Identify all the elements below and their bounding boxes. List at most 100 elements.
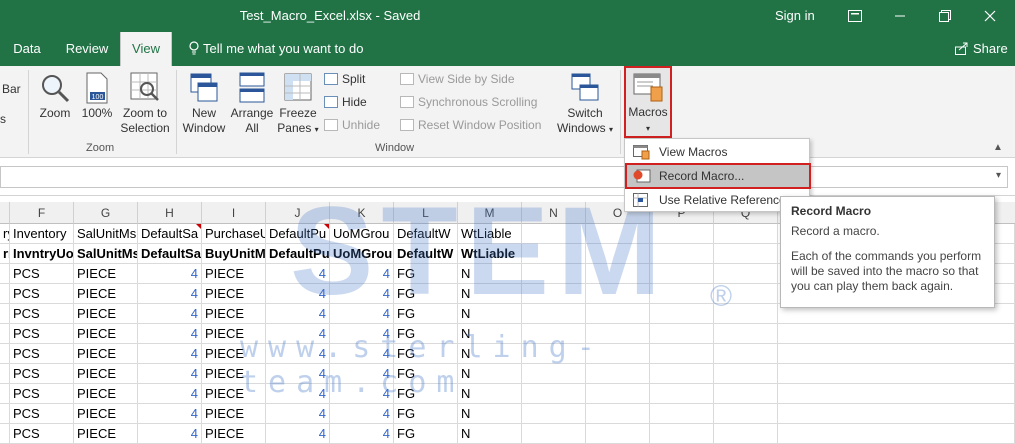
table-cell[interactable]: N	[458, 264, 522, 284]
column-header-k[interactable]: K	[330, 202, 394, 224]
table-cell[interactable]	[586, 384, 650, 404]
table-cell[interactable]	[650, 404, 714, 424]
table-cell[interactable]	[650, 424, 714, 444]
table-cell[interactable]: N	[458, 344, 522, 364]
table-cell[interactable]: DefaultPu	[266, 224, 330, 244]
table-cell[interactable]	[522, 324, 586, 344]
table-cell[interactable]: N	[458, 304, 522, 324]
table-cell[interactable]: 4	[138, 424, 202, 444]
table-cell[interactable]	[522, 344, 586, 364]
tab-data[interactable]: Data	[0, 32, 54, 66]
table-cell[interactable]: 4	[266, 404, 330, 424]
table-cell[interactable]	[0, 304, 10, 324]
table-cell[interactable]: PIECE	[202, 364, 266, 384]
table-cell[interactable]: FG	[394, 304, 458, 324]
table-cell[interactable]	[714, 284, 778, 304]
table-cell[interactable]: N	[458, 424, 522, 444]
table-cell[interactable]	[522, 424, 586, 444]
table-cell[interactable]: PIECE	[74, 304, 138, 324]
table-cell[interactable]: PIECE	[202, 284, 266, 304]
table-cell[interactable]: 4	[266, 284, 330, 304]
table-cell[interactable]: N	[458, 404, 522, 424]
table-cell[interactable]: BuyUnitM	[202, 244, 266, 264]
table-cell[interactable]: 4	[138, 364, 202, 384]
menu-item-view-macros[interactable]: View Macros	[627, 141, 809, 163]
table-cell[interactable]	[586, 404, 650, 424]
table-cell[interactable]: PurchaseU	[202, 224, 266, 244]
table-cell[interactable]: PCS	[10, 404, 74, 424]
table-cell[interactable]	[650, 284, 714, 304]
table-cell[interactable]: FG	[394, 364, 458, 384]
table-cell[interactable]: FG	[394, 384, 458, 404]
split-button[interactable]: Split	[324, 70, 365, 88]
table-cell[interactable]: PCS	[10, 264, 74, 284]
table-cell[interactable]	[586, 424, 650, 444]
table-cell[interactable]	[714, 224, 778, 244]
table-cell[interactable]: PCS	[10, 364, 74, 384]
table-cell[interactable]: PIECE	[202, 424, 266, 444]
hide-button[interactable]: Hide	[324, 93, 367, 111]
table-cell[interactable]	[714, 424, 778, 444]
table-cell[interactable]	[714, 364, 778, 384]
table-cell[interactable]: 4	[266, 384, 330, 404]
table-cell[interactable]	[522, 284, 586, 304]
macros-button[interactable]: Macros ▾	[624, 66, 672, 138]
menu-item-record-macro[interactable]: Record Macro...	[625, 163, 811, 189]
column-header-j[interactable]: J	[266, 202, 330, 224]
table-cell[interactable]: PIECE	[202, 384, 266, 404]
table-cell[interactable]: WtLiable	[458, 224, 522, 244]
table-cell[interactable]: 4	[266, 344, 330, 364]
synchronous-scrolling-button[interactable]: Synchronous Scrolling	[400, 93, 537, 111]
table-cell[interactable]	[522, 304, 586, 324]
table-cell[interactable]: 4	[266, 364, 330, 384]
table-cell[interactable]: 4	[138, 284, 202, 304]
table-cell[interactable]	[778, 424, 1015, 444]
table-cell[interactable]	[586, 344, 650, 364]
column-header-h[interactable]: H	[138, 202, 202, 224]
column-header-g[interactable]: G	[74, 202, 138, 224]
table-cell[interactable]: ry	[0, 224, 10, 244]
tell-me-box[interactable]: Tell me what you want to do	[188, 32, 363, 66]
zoom-100-button[interactable]: 100 100%	[78, 72, 116, 121]
table-cell[interactable]: 4	[330, 324, 394, 344]
table-cell[interactable]: 4	[266, 424, 330, 444]
new-window-button[interactable]: New Window	[180, 72, 228, 136]
table-cell[interactable]: 4	[138, 264, 202, 284]
table-cell[interactable]	[0, 364, 10, 384]
minimize-icon[interactable]	[885, 4, 915, 28]
table-cell[interactable]: N	[458, 324, 522, 344]
table-cell[interactable]: FG	[394, 344, 458, 364]
table-cell[interactable]	[586, 244, 650, 264]
table-cell[interactable]: 4	[138, 304, 202, 324]
table-cell[interactable]: 4	[330, 384, 394, 404]
table-cell[interactable]	[650, 384, 714, 404]
table-cell[interactable]	[650, 344, 714, 364]
table-cell[interactable]: PIECE	[202, 404, 266, 424]
table-cell[interactable]	[0, 324, 10, 344]
table-cell[interactable]	[522, 224, 586, 244]
table-cell[interactable]	[778, 384, 1015, 404]
view-side-by-side-button[interactable]: View Side by Side	[400, 70, 515, 88]
table-cell[interactable]: PIECE	[202, 264, 266, 284]
table-cell[interactable]	[714, 264, 778, 284]
table-cell[interactable]	[714, 304, 778, 324]
table-cell[interactable]: 4	[330, 304, 394, 324]
table-cell[interactable]	[522, 244, 586, 264]
table-cell[interactable]	[714, 384, 778, 404]
table-cell[interactable]	[650, 224, 714, 244]
table-cell[interactable]: DefaultW	[394, 224, 458, 244]
restore-icon[interactable]	[930, 4, 960, 28]
table-cell[interactable]: PIECE	[74, 284, 138, 304]
table-cell[interactable]: PIECE	[74, 264, 138, 284]
table-cell[interactable]	[522, 404, 586, 424]
table-cell[interactable]	[650, 244, 714, 264]
table-cell[interactable]: 4	[266, 264, 330, 284]
table-cell[interactable]	[650, 324, 714, 344]
table-cell[interactable]: 4	[138, 404, 202, 424]
table-cell[interactable]: 4	[266, 304, 330, 324]
table-cell[interactable]	[522, 384, 586, 404]
collapse-ribbon-icon[interactable]: ▲	[993, 142, 1003, 153]
unhide-button[interactable]: Unhide	[324, 116, 380, 134]
table-cell[interactable]: PCS	[10, 424, 74, 444]
table-cell[interactable]: PIECE	[202, 324, 266, 344]
